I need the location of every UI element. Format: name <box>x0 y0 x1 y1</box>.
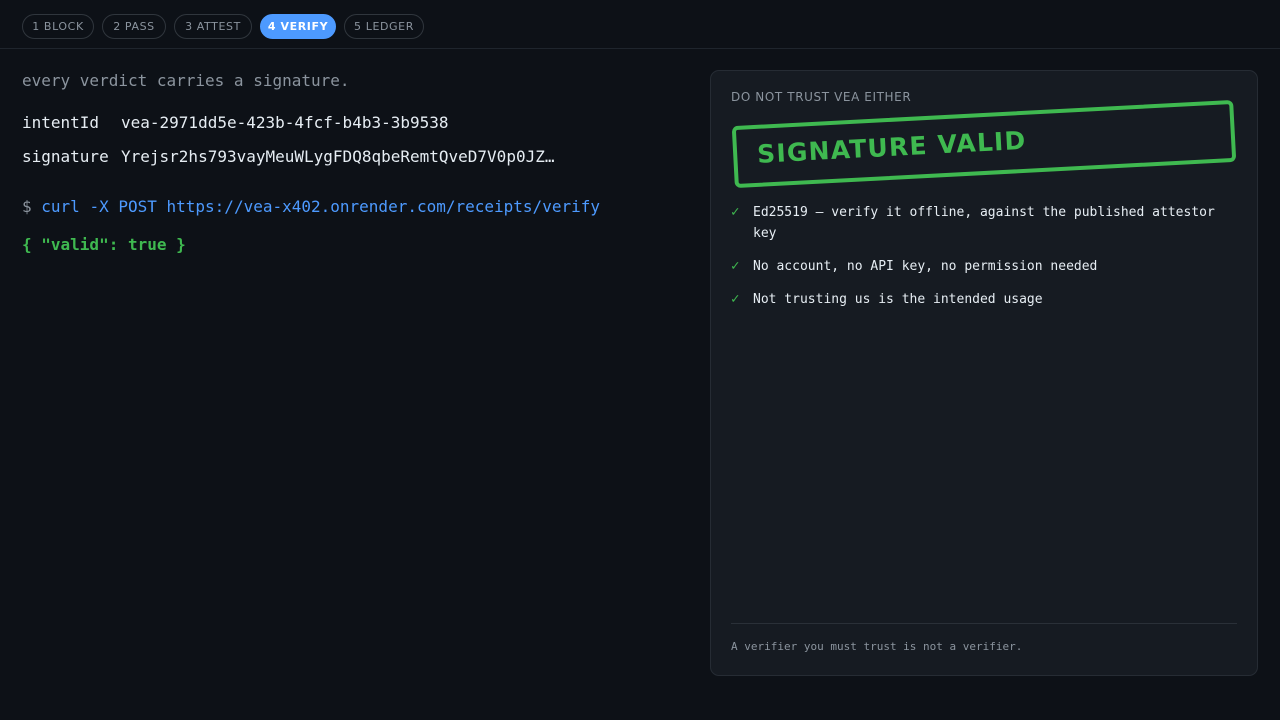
signature-row: signature Yrejsr2hs793vayMeuWLygFDQ8qbeRe… <box>22 147 554 166</box>
check-icon: ✓ <box>731 258 740 274</box>
check-text: Ed25519 — verify it offline, against the… <box>753 205 1215 241</box>
check-icon: ✓ <box>731 204 740 220</box>
panel-footer: A verifier you must trust is not a verif… <box>731 640 1023 653</box>
check-text: No account, no API key, no permission ne… <box>753 259 1098 274</box>
panel-title: DO NOT TRUST VEA EITHER <box>731 90 912 104</box>
signature-label: signature <box>22 147 109 166</box>
shell-prompt: $ <box>22 197 32 216</box>
check-text: Not trusting us is the intended usage <box>753 292 1043 307</box>
tab-verify[interactable]: 4 VERIFY <box>260 14 336 39</box>
verify-result: { "valid": true } <box>22 235 186 254</box>
checks-list: ✓ Ed25519 — verify it offline, against t… <box>731 202 1221 322</box>
intent-id-value: vea-2971dd5e-423b-4fcf-b4b3-3b9538 <box>121 113 449 132</box>
step-tabs: 1 BLOCK 2 PASS 3 ATTEST 4 VERIFY 5 LEDGE… <box>0 0 1280 49</box>
intent-id-label: intentId <box>22 113 100 132</box>
divider <box>731 623 1237 624</box>
curl-command: curl -X POST https://vea-x402.onrender.c… <box>41 197 600 216</box>
check-item: ✓ No account, no API key, no permission … <box>731 256 1221 277</box>
check-item: ✓ Ed25519 — verify it offline, against t… <box>731 202 1221 244</box>
check-icon: ✓ <box>731 291 740 307</box>
tagline: every verdict carries a signature. <box>22 71 350 90</box>
tab-attest[interactable]: 3 ATTEST <box>174 14 252 39</box>
stamp-text: SIGNATURE VALID <box>756 125 1028 169</box>
trust-panel: DO NOT TRUST VEA EITHER SIGNATURE VALID … <box>710 70 1258 676</box>
intent-id-row: intentId vea-2971dd5e-423b-4fcf-b4b3-3b95… <box>22 113 449 132</box>
check-item: ✓ Not trusting us is the intended usage <box>731 289 1221 310</box>
signature-value: Yrejsr2hs793vayMeuWLygFDQ8qbeRemtQveD7V0… <box>121 147 555 166</box>
signature-valid-stamp: SIGNATURE VALID <box>731 99 1237 189</box>
tab-block[interactable]: 1 BLOCK <box>22 14 94 39</box>
verify-command: $ curl -X POST https://vea-x402.onrender… <box>22 197 600 216</box>
tab-ledger[interactable]: 5 LEDGER <box>344 14 424 39</box>
tab-pass[interactable]: 2 PASS <box>102 14 166 39</box>
